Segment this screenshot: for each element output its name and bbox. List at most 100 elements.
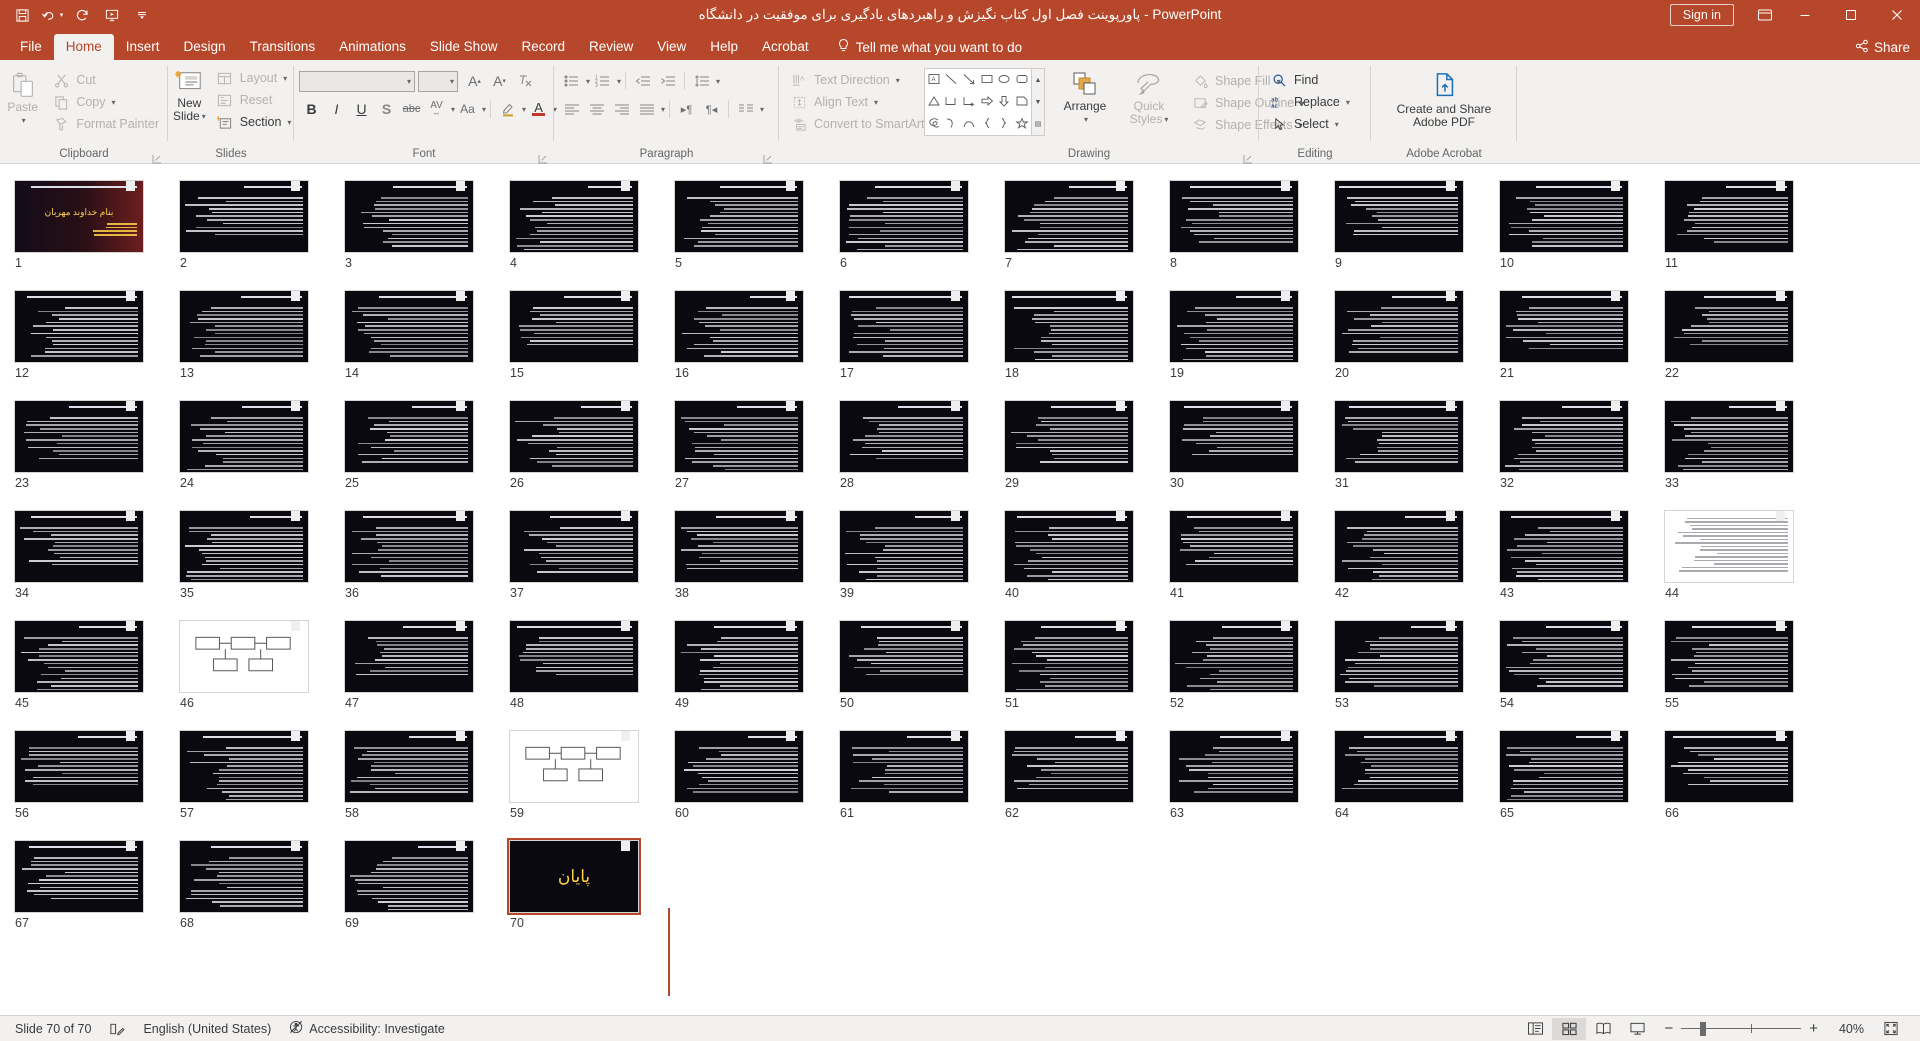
slide-thumbnail-cell[interactable]: 65 <box>1499 730 1664 820</box>
zoom-control[interactable]: − + 40% <box>1654 1021 1874 1036</box>
italic-button[interactable]: I <box>324 97 349 121</box>
slide-thumbnail-cell[interactable]: 16 <box>674 290 839 380</box>
slide-thumbnail[interactable] <box>1499 730 1629 803</box>
paste-button[interactable]: Paste ▾ <box>5 69 40 127</box>
slide-thumbnail[interactable] <box>674 400 804 473</box>
slide-thumbnail-cell[interactable]: 11 <box>1664 180 1829 270</box>
text-shadow-button[interactable]: S <box>374 97 399 121</box>
format-painter-button[interactable]: Format Painter <box>46 113 163 135</box>
fit-slide-to-window-button[interactable] <box>1874 1018 1908 1040</box>
slide-thumbnail[interactable] <box>14 620 144 693</box>
slide-thumbnail-cell[interactable]: 28 <box>839 400 1004 490</box>
zoom-slider[interactable] <box>1681 1021 1802 1036</box>
align-text-button[interactable]: Align Text ▾ <box>784 91 938 113</box>
section-chevron-down-icon[interactable]: ▾ <box>287 118 291 127</box>
rtl-text-direction-button[interactable]: ¶◂ <box>699 97 724 121</box>
slide-thumbnail-cell[interactable]: 17 <box>839 290 1004 380</box>
tab-transitions[interactable]: Transitions <box>238 34 328 60</box>
slide-thumbnail-cell[interactable]: 39 <box>839 510 1004 600</box>
slide-thumbnail[interactable] <box>344 620 474 693</box>
slide-thumbnail-cell[interactable]: 14 <box>344 290 509 380</box>
line-shape-icon[interactable] <box>944 73 958 88</box>
slide-thumbnail-cell[interactable]: 4 <box>509 180 674 270</box>
align-right-button[interactable] <box>609 97 634 121</box>
slide-thumbnail[interactable] <box>674 620 804 693</box>
close-button[interactable] <box>1874 0 1920 30</box>
create-and-share-adobe-pdf-button[interactable]: Create and Share Adobe PDF <box>1379 69 1509 129</box>
star-shape-icon[interactable] <box>1015 116 1029 132</box>
select-button[interactable]: Select ▾ <box>1264 113 1354 135</box>
shapes-more-icon[interactable]: ▤ <box>1035 113 1042 135</box>
slide-thumbnail[interactable] <box>344 840 474 913</box>
slide-thumbnail[interactable] <box>674 730 804 803</box>
slide-thumbnail-cell[interactable]: 47 <box>344 620 509 710</box>
slide-thumbnail-cell[interactable]: 58 <box>344 730 509 820</box>
maximize-restore-button[interactable] <box>1828 0 1874 30</box>
layout-button[interactable]: Layout ▾ <box>210 67 296 89</box>
arrow-shape-icon[interactable] <box>962 73 976 88</box>
ltr-text-direction-button[interactable]: ▸¶ <box>674 97 699 121</box>
normal-view-button[interactable] <box>1518 1018 1552 1040</box>
slide-thumbnail[interactable] <box>509 400 639 473</box>
slide-thumbnail-cell[interactable]: 41 <box>1169 510 1334 600</box>
slide-thumbnail-cell[interactable]: 18 <box>1004 290 1169 380</box>
text-direction-chevron-down-icon[interactable]: ▾ <box>896 76 900 85</box>
slide-thumbnail[interactable] <box>1334 510 1464 583</box>
tab-design[interactable]: Design <box>172 34 238 60</box>
tell-me-search[interactable]: Tell me what you want to do <box>827 34 1033 60</box>
reset-button[interactable]: Reset <box>210 89 296 111</box>
slide-thumbnail-cell[interactable]: 8 <box>1169 180 1334 270</box>
slide-thumbnail-cell[interactable]: 37 <box>509 510 674 600</box>
slide-thumbnail[interactable] <box>1664 180 1794 253</box>
slide-thumbnail[interactable] <box>1169 400 1299 473</box>
tab-record[interactable]: Record <box>509 34 577 60</box>
notes-icon[interactable] <box>100 1018 134 1040</box>
slide-thumbnail-cell[interactable]: 51 <box>1004 620 1169 710</box>
section-button[interactable]: Section ▾ <box>210 111 296 133</box>
slide-thumbnail-cell[interactable]: 45 <box>14 620 179 710</box>
slide-thumbnail[interactable] <box>179 400 309 473</box>
down-arrow-shape-icon[interactable] <box>997 95 1011 110</box>
arrange-chevron-down-icon[interactable]: ▾ <box>1084 113 1088 126</box>
right-arrow-shape-icon[interactable] <box>980 95 994 110</box>
zoom-slider-handle[interactable] <box>1700 1021 1707 1036</box>
triangle-shape-icon[interactable] <box>927 95 941 110</box>
tab-insert[interactable]: Insert <box>114 34 172 60</box>
line-spacing-chevron-down-icon[interactable]: ▾ <box>716 77 720 86</box>
slide-thumbnail-cell[interactable]: 54 <box>1499 620 1664 710</box>
slide-thumbnail-cell[interactable]: 36 <box>344 510 509 600</box>
slide-thumbnail[interactable] <box>14 290 144 363</box>
slide-thumbnail-cell[interactable]: 26 <box>509 400 674 490</box>
slide-thumbnail[interactable] <box>1169 290 1299 363</box>
font-name-input[interactable]: ▾ <box>299 70 415 92</box>
align-center-button[interactable] <box>584 97 609 121</box>
slide-thumbnail[interactable] <box>1334 730 1464 803</box>
justify-chevron-down-icon[interactable]: ▾ <box>661 105 665 114</box>
slide-thumbnail[interactable] <box>1004 730 1134 803</box>
change-case-chevron-down-icon[interactable]: ▾ <box>482 105 486 114</box>
slide-thumbnail-cell[interactable]: 43 <box>1499 510 1664 600</box>
bold-button[interactable]: B <box>299 97 324 121</box>
tab-acrobat[interactable]: Acrobat <box>750 34 821 60</box>
tab-slide-show[interactable]: Slide Show <box>418 34 510 60</box>
tab-review[interactable]: Review <box>577 34 645 60</box>
slide-thumbnail-cell[interactable]: 3 <box>344 180 509 270</box>
columns-button[interactable] <box>733 97 758 121</box>
replace-button[interactable]: ab ac Replace ▾ <box>1264 91 1354 113</box>
left-brace-shape-icon[interactable] <box>980 117 994 132</box>
minimize-button[interactable] <box>1782 0 1828 30</box>
slide-thumbnail-cell[interactable]: 68 <box>179 840 344 930</box>
slide-thumbnail[interactable] <box>1664 400 1794 473</box>
slide-thumbnail-cell[interactable]: 56 <box>14 730 179 820</box>
tab-file[interactable]: File <box>8 34 54 60</box>
numbering-chevron-down-icon[interactable]: ▾ <box>617 77 621 86</box>
layout-chevron-down-icon[interactable]: ▾ <box>283 74 287 83</box>
underline-button[interactable]: U <box>349 97 374 121</box>
elbow-arrow-connector-icon[interactable] <box>962 95 976 110</box>
clipboard-dialog-launcher[interactable] <box>152 152 162 164</box>
slide-thumbnail[interactable] <box>1334 290 1464 363</box>
tab-animations[interactable]: Animations <box>327 34 418 60</box>
slide-thumbnail-cell[interactable]: 49 <box>674 620 839 710</box>
slide-thumbnail[interactable] <box>1334 620 1464 693</box>
rounded-rectangle-shape-icon[interactable] <box>1015 73 1029 88</box>
